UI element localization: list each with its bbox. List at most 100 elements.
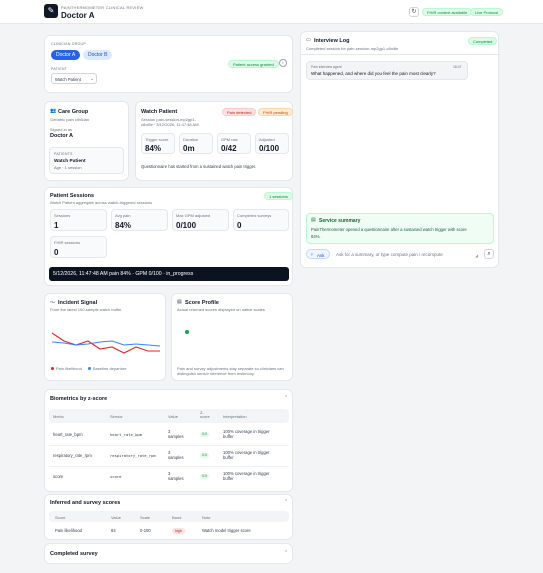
signed-in-value: Doctor A bbox=[50, 133, 74, 139]
stat-value: 84% bbox=[145, 144, 162, 153]
summary-line-2: 84%. bbox=[311, 234, 321, 239]
service-summary: ▤ Service summary PainThermometer opened… bbox=[306, 213, 494, 244]
patient-select[interactable]: Watch Patient ⌄ bbox=[51, 73, 97, 84]
completed-survey-title[interactable]: Completed survey bbox=[50, 551, 98, 557]
col-score: Score bbox=[55, 514, 66, 520]
stat-label: FHIR sessions bbox=[54, 240, 81, 245]
ask-button[interactable]: ✧ Ask bbox=[306, 249, 330, 259]
stat-value: 0/100 bbox=[176, 221, 197, 230]
summary-title: Service summary bbox=[319, 218, 361, 224]
access-badge: Patient access granted bbox=[228, 60, 279, 68]
stat-label: Duration bbox=[183, 137, 199, 142]
clinician-card: Clinician group Doctor A Doctor B Patien… bbox=[44, 35, 293, 93]
collapse-chevron-icon[interactable]: ⌃ bbox=[284, 395, 288, 401]
inferred-table-header: Score Value Scale Band Note bbox=[49, 511, 289, 522]
col-metric: Metric bbox=[53, 414, 64, 419]
patient-list-item[interactable]: Patients Watch Patient Age · 1 session bbox=[49, 147, 124, 174]
score-cell: Pain likelihood bbox=[55, 528, 83, 533]
col-interpretation: Interpretation bbox=[223, 414, 247, 419]
interp-cell-2: buffer bbox=[223, 434, 234, 439]
watch-patient-note: Questionnaire has started from a sustain… bbox=[141, 164, 257, 169]
zscore-badge: 0.0 bbox=[200, 453, 209, 458]
scale-cell: 0-100 bbox=[140, 528, 151, 533]
stat-value: 0 bbox=[54, 248, 59, 257]
fhir-status-badge: FHIR context available bbox=[422, 8, 473, 16]
care-group-subtitle: Geriatric pain clinician bbox=[50, 117, 90, 122]
legend-pain: Pain likelihood bbox=[56, 366, 82, 371]
sessions-count-badge: 1 sessions bbox=[264, 192, 293, 200]
metric-cell: score bbox=[53, 474, 64, 479]
metric-cell: respiratory_rate_rpm bbox=[53, 453, 92, 458]
stat-value: 0/42 bbox=[221, 144, 237, 153]
doctor-a-option[interactable]: Doctor A bbox=[51, 50, 81, 60]
collapse-chevron-icon[interactable]: ⌃ bbox=[284, 550, 288, 556]
score-profile-title: Score Profile bbox=[185, 300, 219, 306]
sessions-subtitle: Watch Patient aggregate across watch-tri… bbox=[50, 200, 153, 205]
ask-input[interactable]: Ask for a summary, or type compute pain … bbox=[334, 249, 480, 259]
value-cell: 84 bbox=[111, 528, 116, 533]
clinician-group-label: Clinician group bbox=[51, 42, 86, 46]
app-logo-icon: ✎ bbox=[44, 4, 58, 18]
info-icon[interactable]: i bbox=[279, 59, 287, 67]
stat-value: 84% bbox=[115, 221, 132, 230]
pulse-icon: 〜 bbox=[50, 300, 56, 306]
patient-meta: Age · 1 session bbox=[54, 165, 82, 170]
resize-handle-icon[interactable]: ◢ bbox=[475, 253, 478, 258]
table-row: respiratory_rate_rpm respiratory_rate_rp… bbox=[49, 446, 289, 465]
zscore-badge: 0.0 bbox=[200, 432, 209, 437]
chat-icon: ▭ bbox=[306, 37, 311, 43]
incident-subtitle: From the latest 100-sample watch buffer bbox=[50, 307, 122, 312]
protocol-status-badge: Live Protocol bbox=[470, 8, 504, 16]
session-row[interactable]: 5/12/2026, 11:47:48 AM pain 84% · GPM 0/… bbox=[49, 267, 289, 281]
signed-in-label: Signed in as bbox=[50, 127, 73, 132]
watch-patient-card: Watch Patient Pain detected FHIR pending… bbox=[135, 101, 293, 181]
table-row: heart_rate_bpm heart_rate_bpm 3 samples … bbox=[49, 425, 289, 444]
stat-value: 0/100 bbox=[259, 144, 280, 153]
biometrics-title[interactable]: Biometrics by z-score bbox=[50, 396, 107, 402]
col-zscore: Z-score bbox=[200, 410, 210, 420]
zscore-badge: 0.0 bbox=[200, 474, 209, 479]
ask-input-placeholder: Ask for a summary, or type compute pain … bbox=[336, 251, 443, 257]
stat-label: Avg pain bbox=[115, 213, 131, 218]
biometrics-section: Biometrics by z-score ⌃ Metric Sensor Va… bbox=[44, 389, 293, 492]
patient-name: Watch Patient bbox=[54, 159, 86, 164]
sensor-cell: respiratory_rate_rpm bbox=[110, 453, 156, 458]
stat-label: Completed surveys bbox=[237, 213, 272, 218]
summary-line-1: PainThermometer opened a questionnaire a… bbox=[311, 227, 467, 232]
note-cell: Watch model trigger score bbox=[202, 528, 251, 533]
sparkle-icon: ✧ bbox=[310, 252, 314, 257]
stat-label: Sessions bbox=[54, 213, 71, 218]
sessions-stat: Sessions 1 bbox=[50, 209, 107, 231]
duration-stat: Duration 0m bbox=[179, 133, 213, 154]
search-icon[interactable]: ⌕ bbox=[484, 249, 494, 259]
stat-value: 0m bbox=[183, 144, 195, 153]
patient-select-value: Watch Patient bbox=[55, 77, 81, 82]
message-time: 18:47 bbox=[453, 65, 462, 69]
collapse-chevron-icon[interactable]: ⌃ bbox=[284, 499, 288, 505]
pain-detected-badge: Pain detected bbox=[222, 108, 257, 116]
value-cell-unit: samples bbox=[168, 455, 184, 460]
metric-cell: heart_rate_bpm bbox=[53, 432, 83, 437]
session-row-text: 5/12/2026, 11:47:48 AM pain 84% · GPM 0/… bbox=[53, 271, 194, 277]
completed-survey-section: Completed survey ⌃ bbox=[44, 543, 293, 564]
pain-likelihood-line bbox=[51, 332, 160, 354]
score-note-line-2: distinguish sensor inference from testim… bbox=[177, 371, 255, 376]
value-cell-unit: samples bbox=[168, 476, 184, 481]
stat-label: Trigger score bbox=[145, 137, 169, 142]
incident-signal-chart bbox=[51, 332, 161, 354]
doctor-b-option[interactable]: Doctor B bbox=[83, 50, 113, 60]
value-cell-unit: samples bbox=[168, 434, 184, 439]
refresh-icon[interactable]: ↻ bbox=[409, 7, 419, 17]
agent-message: Pain interview agent 18:47 What happened… bbox=[306, 61, 468, 80]
band-badge: high bbox=[172, 527, 185, 534]
care-group-card: 👥 Care Group Geriatric pain clinician Si… bbox=[44, 101, 129, 181]
trigger-score-stat: Trigger score 84% bbox=[141, 133, 175, 154]
inferred-title[interactable]: Inferred and survey scores bbox=[50, 500, 120, 506]
biometrics-table-header: Metric Sensor Value Z-score Interpretati… bbox=[49, 409, 289, 423]
interview-log-panel: ▭ Interview Log Completed Completed sess… bbox=[300, 31, 500, 268]
stat-label: Max GPM adjusted bbox=[176, 213, 211, 218]
stat-value: 1 bbox=[54, 221, 59, 230]
score-profile-card: ▤ Score Profile Actual returned scores d… bbox=[171, 293, 293, 381]
patient-label: Patient bbox=[51, 67, 68, 71]
interview-status-badge: Completed bbox=[468, 37, 498, 45]
